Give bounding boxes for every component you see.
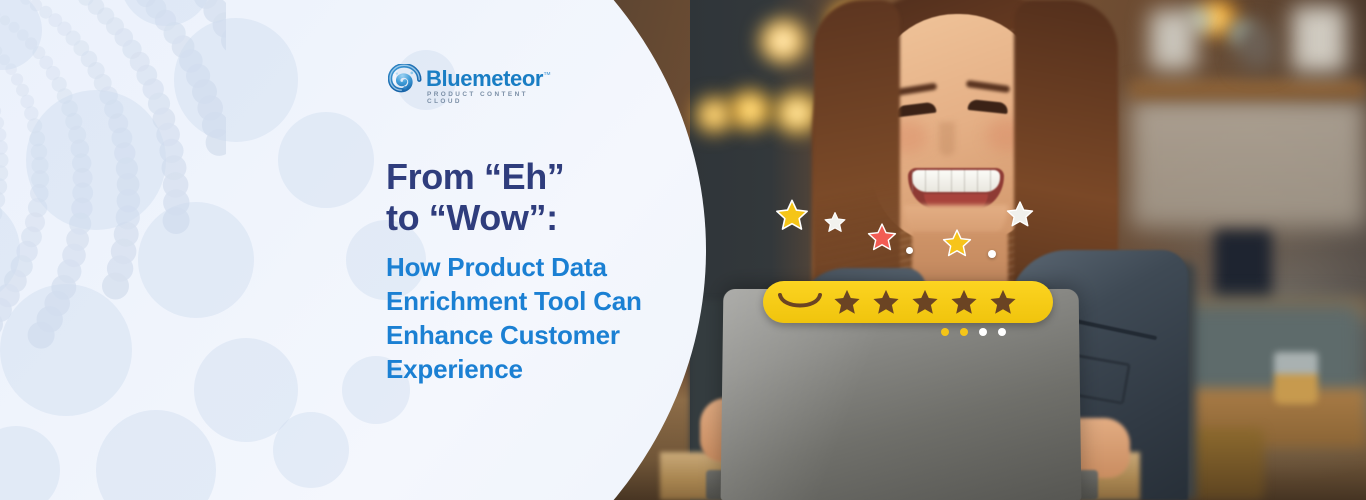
teeth-detail [912,170,1000,192]
headline-line-2: to “Wow”: [386,197,558,238]
pill-star-3[interactable] [910,288,940,317]
cafe-dark-mug [1214,230,1272,310]
banner-copy: From “Eh” to “Wow”: How Product Data Enr… [386,156,686,386]
cafe-drink-glass [1274,352,1318,404]
teeth [912,170,1000,192]
logo-brand-name: Bluemeteor [426,66,544,91]
floating-star-yellow-large [776,199,808,230]
spiral-nautilus-icon [388,64,422,93]
bubble-circle [273,412,349,488]
subheadline-line-2: Enrichment Tool Can [386,286,642,316]
marketing-banner: Bluemeteor™ PRODUCT CONTENT CLOUD From “… [0,0,1366,500]
smile-icon [778,293,822,308]
bubble-circle [138,202,254,318]
floating-star-red [867,223,897,251]
bubble-circle [120,0,212,26]
bokeh-light [727,90,773,130]
nose [939,122,955,156]
page-title: From “Eh” to “Wow”: [386,156,686,238]
pill-star-5[interactable] [988,288,1018,317]
bubble-circle [96,410,216,500]
cafe-jar [1240,26,1274,68]
logo-tagline: PRODUCT CONTENT CLOUD [427,91,529,105]
bubble-circle [278,112,374,208]
subheadline-line-3: Enhance Customer [386,320,620,350]
bubble-circle [0,196,20,304]
bubble-circle [0,284,132,416]
floating-star-white [1006,201,1034,227]
logo-trademark: ™ [543,70,551,80]
pill-star-4[interactable] [949,288,979,317]
page-subtitle: How Product Data Enrichment Tool Can Enh… [386,250,686,386]
subheadline-line-4: Experience [386,354,523,384]
pagination-dots[interactable] [941,328,1006,336]
bubble-circle [0,0,42,70]
pagination-dot-2[interactable] [960,328,968,336]
pill-star-2[interactable] [871,288,901,317]
pagination-dot-4[interactable] [998,328,1006,336]
logo-wordmark: Bluemeteor™ [426,66,551,92]
floating-star-yellow [942,229,972,257]
headline-line-1: From “Eh” [386,156,565,197]
subheadline-line-1: How Product Data [386,252,607,282]
pill-star-1[interactable] [832,288,862,317]
floating-dot [988,250,996,258]
cafe-mug [1292,6,1346,72]
floating-dot [906,247,913,254]
bubble-circle [26,90,166,230]
rating-widget[interactable] [763,281,1053,323]
pagination-dot-3[interactable] [979,328,987,336]
pagination-dot-1[interactable] [941,328,949,336]
bubble-circle [0,426,60,500]
rating-stars-group[interactable] [832,288,1018,317]
floating-star-white-small [824,212,846,232]
bluemeteor-logo[interactable]: Bluemeteor™ PRODUCT CONTENT CLOUD [388,62,551,106]
bubble-circle [174,18,298,142]
bokeh-light [694,96,734,134]
